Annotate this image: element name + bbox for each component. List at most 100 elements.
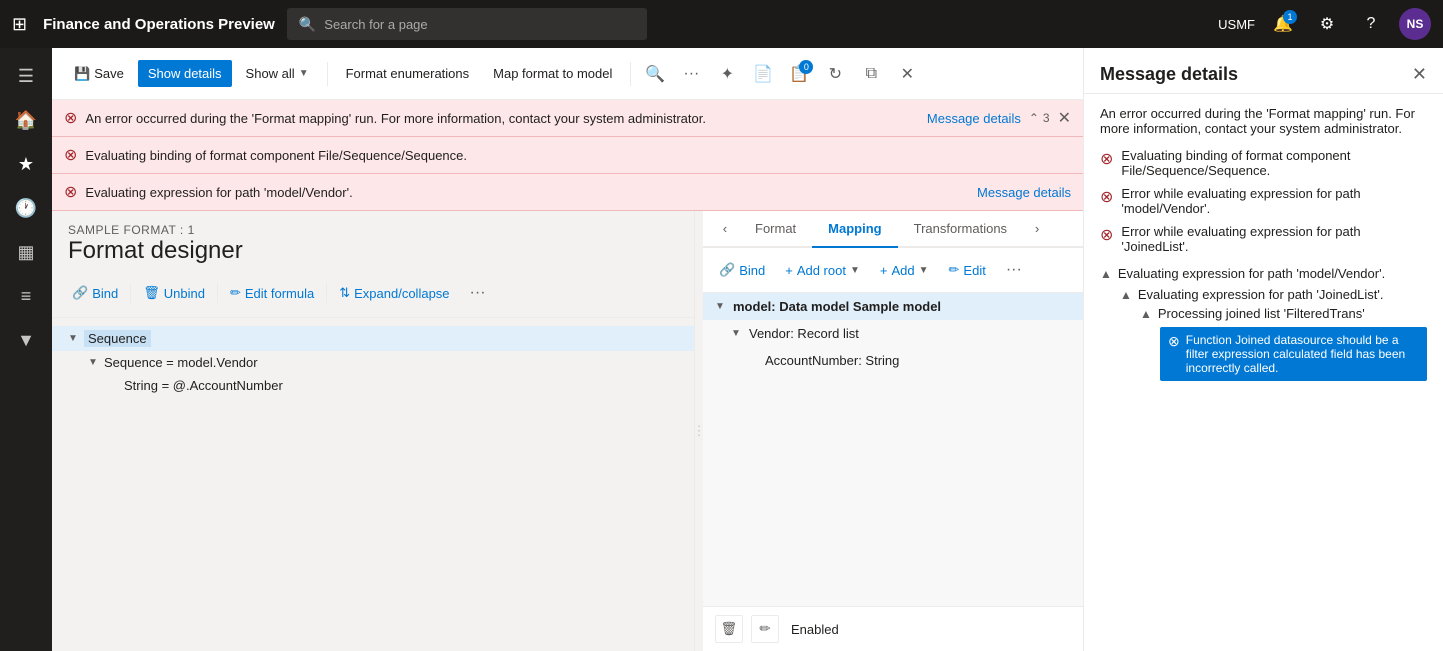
mapping-add-button[interactable]: + Add ▼ xyxy=(872,259,937,282)
message-details-link-3[interactable]: Message details xyxy=(977,185,1071,200)
msg-item-2: ⊗ Error while evaluating expression for … xyxy=(1100,186,1427,216)
add-chevron: ▼ xyxy=(919,265,929,276)
edit-formula-label: Edit formula xyxy=(245,286,314,301)
tree-item-sequence-vendor[interactable]: ▼ Sequence = model.Vendor xyxy=(52,351,694,374)
msg-text-2: Error while evaluating expression for pa… xyxy=(1121,186,1427,216)
tab-transformations[interactable]: Transformations xyxy=(898,211,1023,246)
edit-bottom-button[interactable]: ✏ xyxy=(751,615,779,643)
error-text-2: Evaluating binding of format component F… xyxy=(85,148,1071,163)
search-bar[interactable]: 🔍 Search for a page xyxy=(287,8,647,40)
mapping-item-vendor[interactable]: ▼ Vendor: Record list xyxy=(703,320,1083,347)
sub-title-1: Evaluating expression for path 'JoinedLi… xyxy=(1138,287,1384,302)
sidebar-filter-icon[interactable]: ▼ xyxy=(6,320,46,360)
expand-header-1[interactable]: ▲ Evaluating expression for path 'model/… xyxy=(1100,262,1427,285)
panel-content: ▼ Sequence ▼ Sequence = model.Vendor Str… xyxy=(52,318,694,651)
expand-collapse-button[interactable]: ⇅ Expand/collapse xyxy=(331,281,457,305)
tab-nav-right[interactable]: › xyxy=(1023,215,1051,243)
save-icon: 💾 xyxy=(74,66,90,82)
msg-err-icon-2: ⊗ xyxy=(1100,187,1113,207)
left-panel-more[interactable]: ··· xyxy=(462,277,494,309)
tab-format[interactable]: Format xyxy=(739,211,812,246)
expand-collapse-label: Expand/collapse xyxy=(354,286,449,301)
vendor-label: Vendor: Record list xyxy=(749,326,859,341)
sidebar-modules-icon[interactable]: ≡ xyxy=(6,276,46,316)
mapping-add-root-button[interactable]: + Add root ▼ xyxy=(777,259,868,282)
sidebar-recent-icon[interactable]: 🕐 xyxy=(6,188,46,228)
sidebar-favorite-icon[interactable]: ★ xyxy=(6,144,46,184)
mapping-item-model[interactable]: ▼ model: Data model Sample model xyxy=(703,293,1083,320)
edit-formula-button[interactable]: ✏ Edit formula xyxy=(222,281,322,305)
model-label: model: Data model Sample model xyxy=(733,299,941,314)
show-all-chevron: ▼ xyxy=(299,68,309,79)
refresh-button[interactable]: ↻ xyxy=(819,58,851,90)
sub-expand-body-1: ▲ Processing joined list 'FilteredTrans'… xyxy=(1140,304,1427,381)
sub-chevron-2: ▲ xyxy=(1140,307,1152,321)
delete-button[interactable]: 🗑 xyxy=(715,615,743,643)
model-chevron: ▼ xyxy=(715,301,727,312)
msg-err-icon-3: ⊗ xyxy=(1100,225,1113,245)
sub-expand-header-2[interactable]: ▲ Processing joined list 'FilteredTrans' xyxy=(1140,304,1427,323)
error-icon-3: ⊗ xyxy=(64,182,77,202)
error-close-1[interactable]: ✕ xyxy=(1058,108,1071,128)
panel-toolbar: 🔗 Bind 🗑 Unbind ✏ Edit formula xyxy=(52,269,694,318)
error-count-num: 3 xyxy=(1043,111,1050,125)
badge-button[interactable]: 📋 0 xyxy=(783,58,815,90)
err-box-icon: ⊗ xyxy=(1168,333,1180,350)
sidebar-menu-icon[interactable]: ☰ xyxy=(6,56,46,96)
notifications-button[interactable]: 🔔 1 xyxy=(1267,8,1299,40)
search-toolbar-button[interactable]: 🔍 xyxy=(639,58,671,90)
sidebar-home-icon[interactable]: 🏠 xyxy=(6,100,46,140)
close-button[interactable]: ✕ xyxy=(891,58,923,90)
toolbar: 💾 Save Show details Show all ▼ Format en… xyxy=(52,48,1083,100)
open-button[interactable]: ⧉ xyxy=(855,58,887,90)
add-root-label: Add root xyxy=(797,263,846,278)
grid-icon[interactable]: ⊞ xyxy=(12,14,27,35)
mapping-item-accountnumber[interactable]: AccountNumber: String xyxy=(703,347,1083,374)
right-panel-tabs: ‹ Format Mapping Transformations › xyxy=(703,211,1083,248)
more-options-button[interactable]: ··· xyxy=(675,58,707,90)
tool-sep-3 xyxy=(326,283,327,303)
save-button[interactable]: 💾 Save xyxy=(64,60,134,88)
sync-button[interactable]: 📄 xyxy=(747,58,779,90)
err-box-text: Function Joined datasource should be a f… xyxy=(1186,333,1419,375)
toolbar-separator-2 xyxy=(630,62,631,86)
side-panel-header: Message details ✕ xyxy=(1084,48,1443,94)
tree-item-string[interactable]: String = @.AccountNumber xyxy=(52,374,694,397)
panel-header: SAMPLE FORMAT : 1 Format designer xyxy=(52,211,694,269)
add-plus-icon: + xyxy=(880,263,888,278)
connect-button[interactable]: ✦ xyxy=(711,58,743,90)
settings-button[interactable]: ⚙ xyxy=(1311,8,1343,40)
msg-item-3: ⊗ Error while evaluating expression for … xyxy=(1100,224,1427,254)
error-banner-3: ⊗ Evaluating expression for path 'model/… xyxy=(52,174,1083,211)
format-enumerations-button[interactable]: Format enumerations xyxy=(336,60,480,87)
avatar[interactable]: NS xyxy=(1399,8,1431,40)
msg-item-1: ⊗ Evaluating binding of format component… xyxy=(1100,148,1427,178)
bind-button[interactable]: 🔗 Bind xyxy=(64,281,126,305)
expand-title-1: Evaluating expression for path 'model/Ve… xyxy=(1118,266,1385,281)
panel-divider[interactable]: ⋮ xyxy=(695,211,703,651)
sub-chevron-1: ▲ xyxy=(1120,288,1132,302)
mapping-bind-icon: 🔗 xyxy=(719,262,735,278)
tree-item-sequence[interactable]: ▼ Sequence xyxy=(52,326,694,351)
tab-nav-left[interactable]: ‹ xyxy=(711,215,739,243)
sidebar-workspaces-icon[interactable]: ▦ xyxy=(6,232,46,272)
side-panel-close-button[interactable]: ✕ xyxy=(1412,64,1427,85)
msg-text-3: Error while evaluating expression for pa… xyxy=(1121,224,1427,254)
show-all-button[interactable]: Show all ▼ xyxy=(236,60,319,87)
message-details-link-1[interactable]: Message details xyxy=(927,111,1021,126)
help-button[interactable]: ? xyxy=(1355,8,1387,40)
error-count: ⌃ 3 xyxy=(1029,111,1050,125)
badge-count: 0 xyxy=(799,60,813,74)
tree-label-1: Sequence xyxy=(84,330,151,347)
sub-expand-header-1[interactable]: ▲ Evaluating expression for path 'Joined… xyxy=(1120,285,1427,304)
side-panel-body: An error occurred during the 'Format map… xyxy=(1084,94,1443,651)
show-details-button[interactable]: Show details xyxy=(138,60,232,87)
unbind-button[interactable]: 🗑 Unbind xyxy=(135,281,213,305)
map-format-button[interactable]: Map format to model xyxy=(483,60,622,87)
edit-pencil-icon: ✏ xyxy=(949,262,960,278)
mapping-bind-button[interactable]: 🔗 Bind xyxy=(711,258,773,282)
mapping-more-button[interactable]: ··· xyxy=(998,254,1030,286)
tab-mapping[interactable]: Mapping xyxy=(812,211,897,248)
mapping-edit-button[interactable]: ✏ Edit xyxy=(941,258,994,282)
notification-badge: 1 xyxy=(1283,10,1297,24)
